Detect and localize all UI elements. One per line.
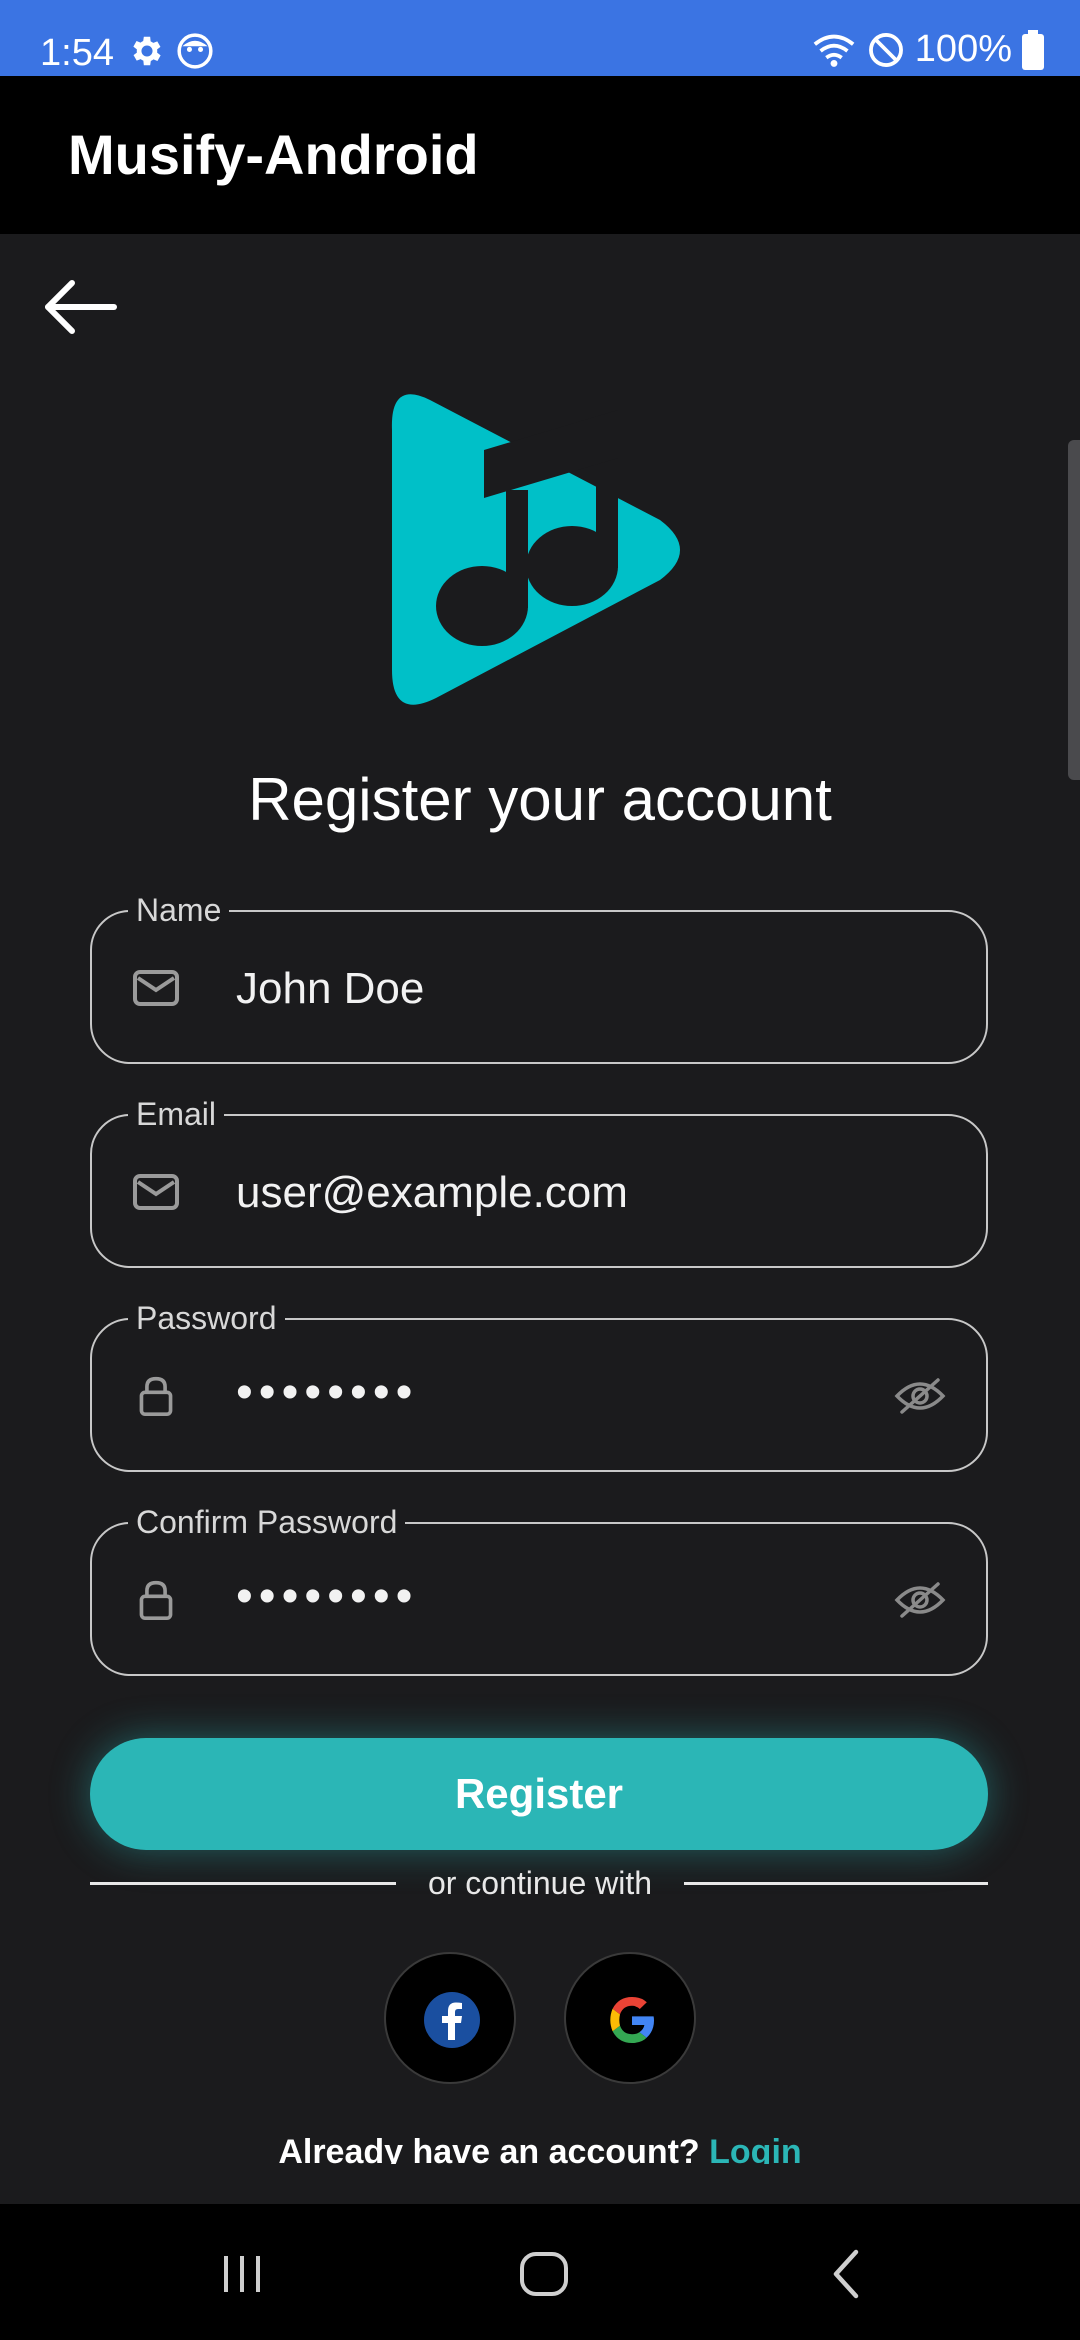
email-field[interactable]: Email user@example.com <box>90 1096 988 1268</box>
password-value[interactable]: •••••••• <box>236 1366 418 1420</box>
login-prompt: Already have an account? Login <box>0 2128 1080 2164</box>
facebook-button[interactable] <box>384 1952 516 2084</box>
google-button[interactable] <box>564 1952 696 2084</box>
settings-icon <box>133 36 161 66</box>
app-bar: Musify-Android <box>0 76 1080 234</box>
page-heading: Register your account <box>248 766 832 833</box>
status-time: 1:54 <box>40 32 114 74</box>
lock-icon <box>139 1376 173 1416</box>
confirm-password-field[interactable]: Confirm Password •••••••• <box>90 1504 988 1676</box>
eye-off-icon[interactable] <box>894 1580 946 1620</box>
face-icon <box>177 33 213 69</box>
password-label: Password <box>128 1300 285 1336</box>
login-link[interactable]: Login <box>709 2133 802 2164</box>
do-not-disturb-icon <box>868 32 903 67</box>
name-label: Name <box>128 892 230 928</box>
back-icon[interactable] <box>818 2244 878 2304</box>
home-icon[interactable] <box>514 2244 574 2304</box>
name-value[interactable]: John Doe <box>236 962 424 1016</box>
facebook-icon <box>424 1992 480 2048</box>
email-value[interactable]: user@example.com <box>236 1166 628 1220</box>
register-button[interactable]: Register <box>90 1738 988 1850</box>
divider-text: or continue with <box>427 1865 653 1901</box>
navigation-bar <box>0 2204 1080 2340</box>
mail-icon <box>133 970 179 1006</box>
eye-off-icon[interactable] <box>894 1376 946 1416</box>
name-field[interactable]: Name John Doe <box>90 892 988 1064</box>
google-icon <box>610 1997 654 2043</box>
wifi-icon <box>813 34 855 67</box>
lock-icon <box>139 1580 173 1620</box>
email-label: Email <box>128 1096 225 1132</box>
battery-percentage: 100% <box>914 28 1012 70</box>
app-title: Musify-Android <box>68 123 479 186</box>
login-prompt-text: Already have an account? <box>278 2133 710 2164</box>
musify-logo <box>391 394 680 705</box>
back-arrow-icon[interactable] <box>40 275 120 339</box>
status-bar: 1:54 100% <box>0 0 1080 76</box>
confirm-password-label: Confirm Password <box>128 1504 406 1540</box>
mail-icon <box>133 1174 179 1210</box>
scrollbar[interactable] <box>1068 440 1080 780</box>
recent-apps-icon[interactable] <box>212 2244 272 2304</box>
battery-icon <box>1022 29 1044 70</box>
confirm-password-value[interactable]: •••••••• <box>236 1570 418 1624</box>
password-field[interactable]: Password •••••••• <box>90 1300 988 1472</box>
